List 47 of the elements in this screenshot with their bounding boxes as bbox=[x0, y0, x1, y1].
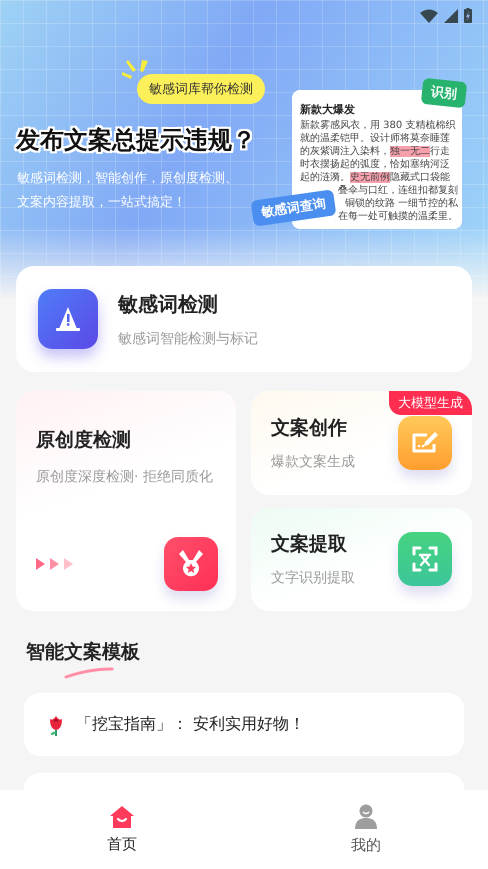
feature-card[interactable]: 原创度检测 原创度深度检测· 拒绝同质化 bbox=[16, 391, 236, 611]
underline-stroke-icon bbox=[64, 665, 114, 679]
feature-card[interactable]: 文案创作 爆款文案生成 大模型生成 bbox=[251, 391, 472, 494]
feature-title: 文案创作 bbox=[271, 416, 348, 441]
sample-title: 新款大爆发 bbox=[300, 102, 355, 117]
edit-icon bbox=[398, 416, 452, 470]
sample-text: 铜锁的纹路 一细节控的私 bbox=[344, 198, 458, 209]
sample-text: 时衣摆扬起的弧度，恰如塞纳河泛 bbox=[300, 159, 450, 170]
feature-title: 原创度检测 bbox=[36, 428, 132, 453]
highlighted-word: 独一无二 bbox=[390, 146, 430, 157]
sample-text: 行走 bbox=[430, 146, 450, 157]
feature-subtitle: 原创度深度检测· 拒绝同质化 bbox=[36, 468, 214, 487]
banner-headline: 发布文案总提示违规？ bbox=[16, 125, 256, 156]
nav-tab[interactable]: 我的 bbox=[326, 804, 406, 855]
feature-subtitle: 敏感词智能检测与标记 bbox=[118, 330, 258, 348]
sample-text: 起的涟漪。 bbox=[300, 172, 350, 183]
sample-text: 新款雾感风衣，用 380 支精梳棉织 bbox=[300, 120, 456, 131]
rose-icon bbox=[48, 714, 64, 736]
banner-subtitle: 敏感词检测，智能创作，原创度检测、 bbox=[17, 170, 238, 187]
warning-icon bbox=[38, 289, 98, 349]
highlighted-word: 史无前例 bbox=[350, 172, 390, 183]
person-icon bbox=[354, 804, 378, 830]
sample-text: 的灰紫调注入染料， bbox=[300, 146, 390, 157]
battery-icon bbox=[464, 8, 472, 23]
sample-text: 在每一处可触摸的温柔里。 bbox=[338, 211, 458, 222]
nav-tab[interactable]: 首页 bbox=[82, 805, 162, 854]
feature-badge: 大模型生成 bbox=[389, 391, 472, 415]
signal-icon bbox=[444, 8, 458, 22]
sample-text: 就的温柔铠甲。设计师将莫奈睡莲 bbox=[300, 133, 450, 144]
feature-subtitle: 文字识别提取 bbox=[271, 569, 355, 588]
medal-icon bbox=[164, 537, 218, 591]
banner-subtitle: 文案内容提取，一站式搞定！ bbox=[17, 194, 187, 211]
feature-subtitle: 爆款文案生成 bbox=[271, 452, 355, 471]
sparkle-icon bbox=[122, 60, 150, 82]
scan-icon bbox=[398, 532, 452, 586]
feature-title: 敏感词检测 bbox=[118, 290, 219, 318]
section-title: 智能文案模板 bbox=[26, 640, 140, 665]
sample-text: 隐藏式口袋能 bbox=[390, 172, 450, 183]
sample-text: 叠伞与口红，连纽扣都复刻 bbox=[338, 185, 458, 196]
template-item[interactable]: 「挖宝指南」： 安利实用好物！ bbox=[24, 693, 464, 756]
home-icon bbox=[109, 805, 135, 829]
feature-title: 文案提取 bbox=[271, 532, 348, 558]
speech-bubble: 敏感词库帮你检测 bbox=[137, 74, 265, 104]
banner-tag: 识别 bbox=[420, 78, 468, 108]
wifi-icon bbox=[420, 8, 438, 22]
feature-card[interactable]: 敏感词检测 敏感词智能检测与标记 bbox=[16, 266, 472, 372]
feature-card[interactable]: 文案提取 文字识别提取 bbox=[251, 508, 472, 611]
